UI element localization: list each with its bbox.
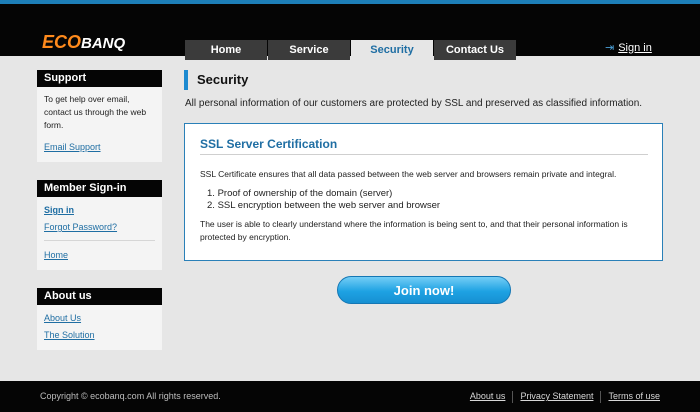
logo-eco: ECO xyxy=(42,32,82,52)
main-nav: Home Service Security Contact Us xyxy=(185,40,517,60)
tab-service[interactable]: Service xyxy=(268,40,350,60)
footer: Copyright © ecobanq.com All rights reser… xyxy=(0,381,700,412)
divider xyxy=(44,240,155,241)
about-title: About us xyxy=(37,288,162,305)
the-solution-link[interactable]: The Solution xyxy=(44,330,95,340)
footer-links: About us Privacy Statement Terms of use xyxy=(470,391,660,403)
footer-terms-of-use-link[interactable]: Terms of use xyxy=(608,391,660,403)
divider xyxy=(512,391,514,403)
ssl-panel-text: SSL Certificate ensures that all data pa… xyxy=(200,169,617,179)
about-us-link[interactable]: About Us xyxy=(44,313,81,323)
member-signin-box: Member Sign-in Sign in Forgot Password? … xyxy=(37,180,162,270)
logo-banq: BANQ xyxy=(81,35,126,52)
ssl-panel: SSL Server Certification SSL Certificate… xyxy=(184,123,663,261)
page-title: Security xyxy=(184,70,248,90)
forgot-password-link[interactable]: Forgot Password? xyxy=(44,222,117,232)
copyright-text: Copyright © ecobanq.com All rights reser… xyxy=(40,391,221,401)
list-item: 2. SSL encryption between the web server… xyxy=(207,200,441,211)
tab-contact-us[interactable]: Contact Us xyxy=(434,40,516,60)
member-signin-title: Member Sign-in xyxy=(37,180,162,197)
about-box: About us About Us The Solution xyxy=(37,288,162,350)
support-text: To get help over email, contact us throu… xyxy=(44,94,147,130)
join-now-button[interactable]: Join now! xyxy=(337,276,511,304)
sidebar-signin-link[interactable]: Sign in xyxy=(44,205,74,215)
divider xyxy=(600,391,602,403)
support-title: Support xyxy=(37,70,162,87)
header-signin[interactable]: ⇥ Sign in xyxy=(605,41,652,55)
email-support-link[interactable]: Email Support xyxy=(44,142,101,152)
ssl-feature-list: 1. Proof of ownership of the domain (ser… xyxy=(207,188,440,212)
sidebar-home-link[interactable]: Home xyxy=(44,250,68,260)
ecobanq-logo[interactable]: ECOBANQ xyxy=(42,32,125,54)
ssl-panel-title: SSL Server Certification xyxy=(200,137,648,155)
intro-text: All personal information of our customer… xyxy=(185,98,643,109)
list-item: 1. Proof of ownership of the domain (ser… xyxy=(207,188,393,199)
footer-privacy-statement-link[interactable]: Privacy Statement xyxy=(520,391,593,403)
top-header: ECOBANQ Home Service Security Contact Us… xyxy=(0,0,700,60)
footer-about-us-link[interactable]: About us xyxy=(470,391,506,403)
tab-home[interactable]: Home xyxy=(185,40,267,60)
ssl-panel-note: The user is able to clearly understand w… xyxy=(200,219,628,242)
support-box: Support To get help over email, contact … xyxy=(37,70,162,162)
tab-security[interactable]: Security xyxy=(351,40,433,60)
header-signin-link[interactable]: Sign in xyxy=(618,42,652,54)
sign-in-arrow-icon: ⇥ xyxy=(605,42,615,54)
